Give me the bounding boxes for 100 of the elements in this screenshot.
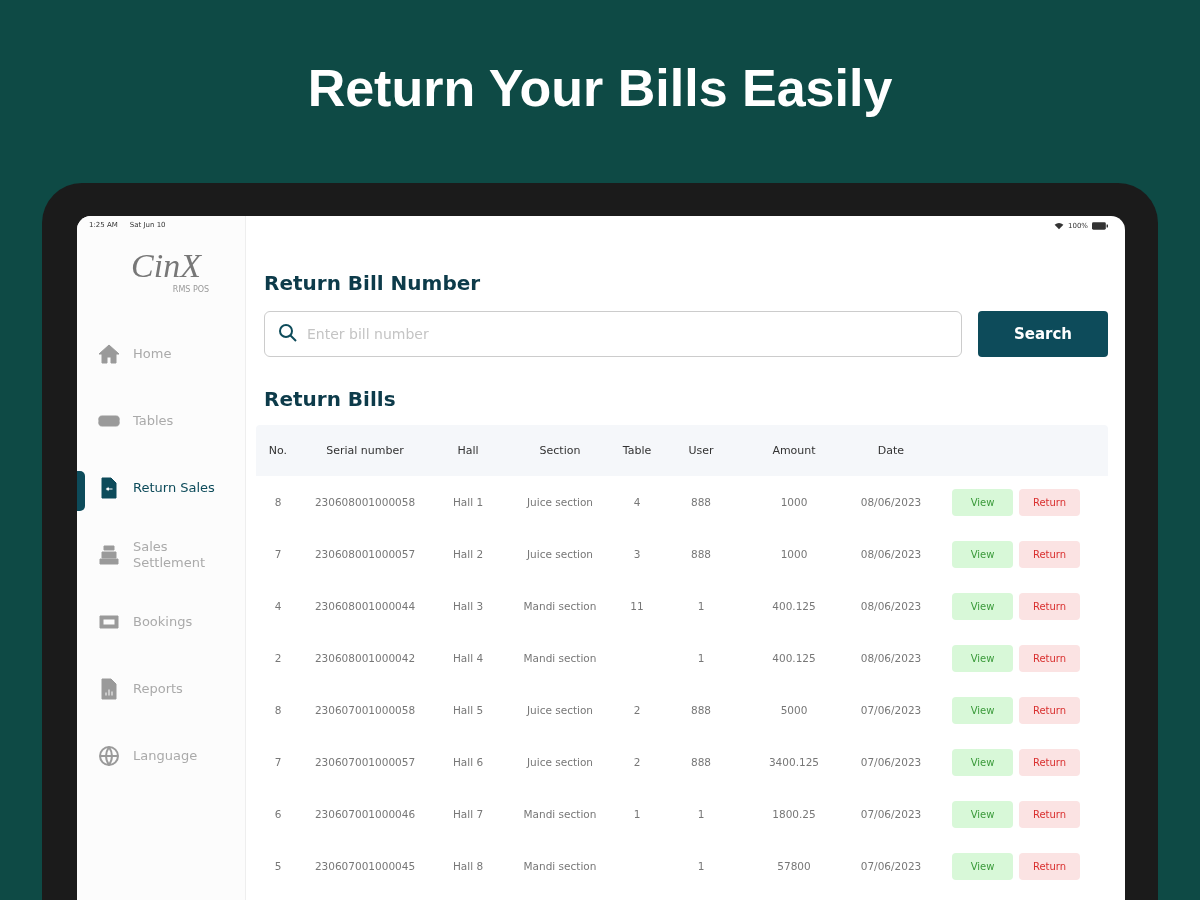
table-cell: 07/06/2023	[860, 704, 922, 716]
table-cell: 230607001000046	[314, 808, 416, 820]
return-button[interactable]: Return	[1019, 592, 1080, 620]
table-cell: 3400.125	[768, 756, 820, 768]
table-cell: 07/06/2023	[860, 860, 922, 872]
table-cell: 7	[274, 548, 282, 560]
table-cell: 1	[697, 860, 705, 872]
table-cell: Mandi section	[523, 860, 597, 872]
table-cell: 7	[274, 756, 282, 768]
column-header: Amount	[771, 444, 817, 457]
table-cell: 3	[633, 548, 641, 560]
column-header: Serial number	[325, 444, 405, 457]
table-cell: 11	[630, 600, 644, 612]
selection-indicator	[77, 471, 85, 511]
section-title: Return Bill Number	[264, 271, 482, 295]
table-cell: 4	[633, 496, 641, 508]
sidebar-item[interactable]: Sales Settlement	[77, 521, 245, 588]
table-cell: 888	[690, 756, 711, 768]
table-cell: Hall 3	[452, 600, 484, 612]
logo: CinX	[131, 247, 201, 285]
table-cell: 1000	[780, 496, 808, 508]
return-button[interactable]: Return	[1019, 540, 1080, 568]
table-cell: 230607001000045	[314, 860, 416, 872]
table-cell: 6	[274, 808, 282, 820]
table-cell: 230608001000057	[314, 548, 416, 560]
table-cell: 07/06/2023	[860, 808, 922, 820]
table-cell: 8	[274, 704, 282, 716]
table-cell: 1000	[780, 548, 808, 560]
table-cell: 1	[697, 600, 705, 612]
view-button[interactable]: View	[952, 852, 1013, 880]
sidebar-item[interactable]: Language	[77, 722, 245, 789]
table-cell: 08/06/2023	[860, 548, 922, 560]
table-cell: 888	[690, 704, 711, 716]
column-header: No.	[267, 444, 289, 457]
table-cell: Hall 8	[452, 860, 484, 872]
headline: Return Your Bills Easily	[307, 58, 893, 119]
sidebar-item[interactable]: Return Sales	[77, 454, 245, 521]
column-header: User	[687, 444, 715, 457]
return-button[interactable]: Return	[1019, 488, 1080, 516]
cash-register-icon	[97, 542, 121, 567]
table-cell: 230608001000044	[314, 600, 416, 612]
view-button[interactable]: View	[952, 592, 1013, 620]
return-button[interactable]: Return	[1019, 696, 1080, 724]
search-field[interactable]: Enter bill number	[264, 311, 962, 357]
table-cell: 08/06/2023	[860, 600, 922, 612]
wifi-icon	[1054, 222, 1064, 230]
section-title: Return Bills	[264, 387, 397, 411]
sidebar-item[interactable]: Reports	[77, 655, 245, 722]
table-cell: Juice section	[526, 704, 594, 716]
table-cell: Juice section	[526, 756, 594, 768]
table-cell: 5000	[780, 704, 808, 716]
table-cell: 2	[274, 652, 282, 664]
sidebar-item[interactable]: Bookings	[77, 588, 245, 655]
return-button[interactable]: Return	[1019, 748, 1080, 776]
table-cell: Hall 1	[452, 496, 484, 508]
table-cell: 4	[274, 600, 282, 612]
column-header: Table	[621, 444, 653, 457]
battery-icon	[1092, 222, 1108, 230]
table-cell: 400.125	[772, 652, 816, 664]
table-cell: 888	[690, 496, 711, 508]
view-button[interactable]: View	[952, 748, 1013, 776]
table-cell: 2	[633, 704, 641, 716]
table-cell: Hall 2	[452, 548, 484, 560]
table-cell: Hall 6	[452, 756, 484, 768]
return-button[interactable]: Return	[1019, 644, 1080, 672]
table-cell: 08/06/2023	[860, 652, 922, 664]
logo-subtitle: RMS POS	[172, 285, 210, 294]
sidebar-item[interactable]: Home	[77, 320, 245, 387]
column-header: Section	[538, 444, 582, 457]
table-cell: 888	[690, 548, 711, 560]
table-cell: Mandi section	[523, 652, 597, 664]
table-cell: Mandi section	[523, 600, 597, 612]
view-button[interactable]: View	[952, 696, 1013, 724]
table-cell: Juice section	[526, 496, 594, 508]
table-cell: 1	[633, 808, 641, 820]
column-header: Hall	[456, 444, 480, 457]
return-button[interactable]: Return	[1019, 800, 1080, 828]
return-button[interactable]: Return	[1019, 852, 1080, 880]
view-button[interactable]: View	[952, 540, 1013, 568]
table-cell: 5	[274, 860, 282, 872]
table-cell: 1	[697, 652, 705, 664]
sidebar-item[interactable]: Tables	[77, 387, 245, 454]
table-cell: 8	[274, 496, 282, 508]
table-cell: 230607001000058	[314, 704, 416, 716]
search-button[interactable]: Search	[978, 311, 1108, 357]
table-cell: Mandi section	[523, 808, 597, 820]
table-cell: Hall 5	[452, 704, 484, 716]
view-button[interactable]: View	[952, 488, 1013, 516]
column-header: Date	[876, 444, 906, 457]
table-cell: 230608001000058	[314, 496, 416, 508]
table-cell: 400.125	[772, 600, 816, 612]
table-cell: 1800.25	[772, 808, 816, 820]
table-cell: 07/06/2023	[860, 756, 922, 768]
table-cell: 2	[633, 756, 641, 768]
table-cell: Hall 7	[452, 808, 484, 820]
table-cell: Juice section	[526, 548, 594, 560]
globe-icon	[97, 743, 121, 768]
view-button[interactable]: View	[952, 644, 1013, 672]
view-button[interactable]: View	[952, 800, 1013, 828]
table-cell: 57800	[777, 860, 811, 872]
